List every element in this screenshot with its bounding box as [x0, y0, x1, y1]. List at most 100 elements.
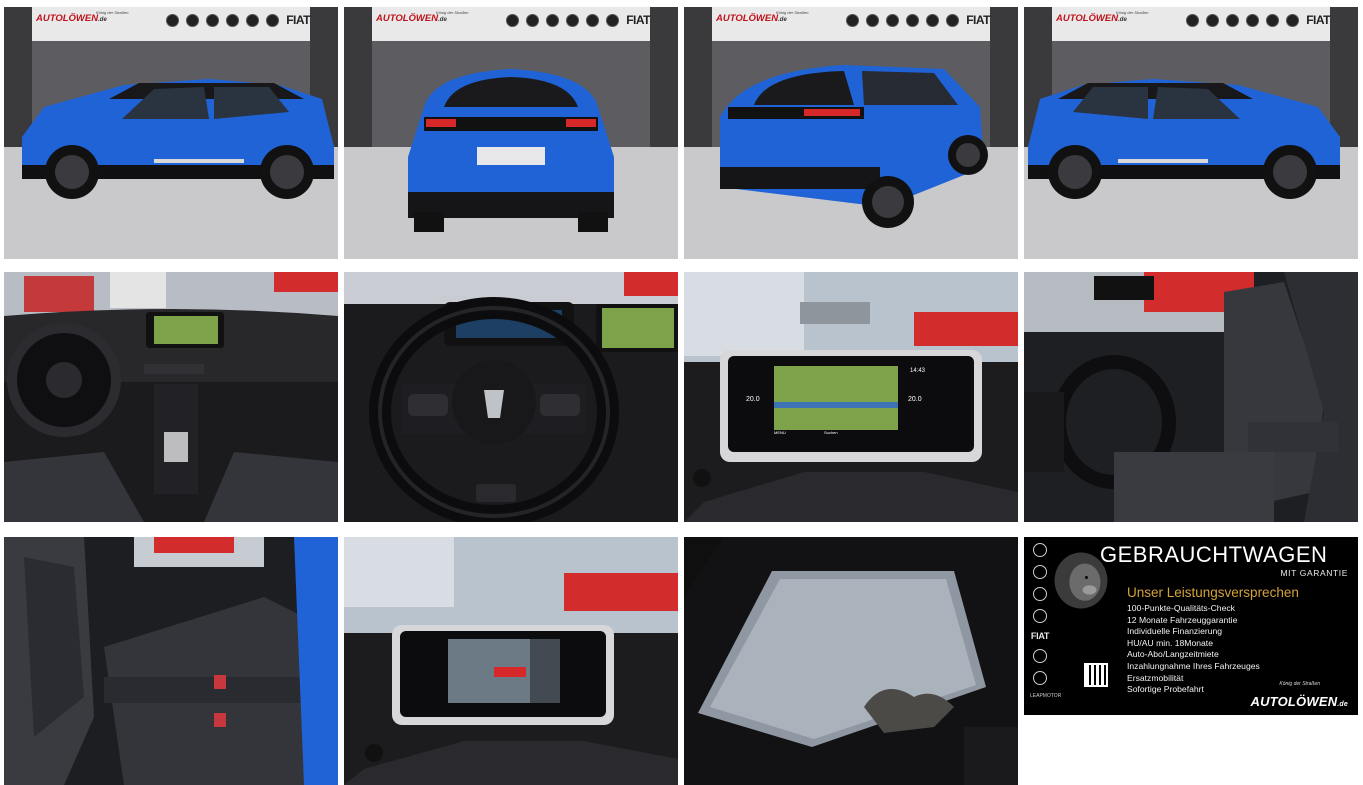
dealer-header-strip: König der Straßen AUTOLÖWEN.de FIAT [4, 7, 338, 37]
brand-logos: FIAT [1186, 13, 1330, 27]
photo-panoramic-roof[interactable] [684, 537, 1018, 785]
photo-steering-wheel[interactable] [344, 272, 678, 522]
promo-subtitle: MIT GARANTIE [1280, 568, 1348, 578]
dealer-logo-suffix: .de [98, 17, 107, 23]
screen-search-label: Suchen [824, 430, 838, 435]
brand-logo-icon [186, 13, 200, 27]
photo-rear-seats[interactable] [4, 537, 338, 785]
promo-benefit-item: 100-Punkte-Qualitäts-Check [1127, 603, 1235, 613]
steering-wheel-image [344, 272, 678, 522]
promo-benefit-item: Auto-Abo/Langzeitmiete [1127, 649, 1219, 660]
fiat-logo: FIAT [966, 13, 990, 27]
brand-logo-icon [926, 13, 940, 27]
brand-logo-icon [546, 13, 560, 27]
dealer-logo: AUTOLÖWEN.de [716, 13, 787, 24]
brand-logos: FIAT [846, 13, 990, 27]
dealer-logo: AUTOLÖWEN.de [376, 13, 447, 24]
photo-exterior-side-left[interactable]: König der Straßen AUTOLÖWEN.de FIAT [4, 7, 338, 259]
brand-logo-icon [1033, 609, 1047, 623]
car-rear-image [344, 7, 678, 259]
dealer-logo-text: AUTOLÖWEN [716, 13, 779, 24]
photo-navigation-screen[interactable]: 14:43 20.0 20.0 MENU Suchen [684, 272, 1018, 522]
car-rear-quarter-image [684, 7, 1018, 259]
brand-logos: FIAT [506, 13, 650, 27]
dealer-logo-text: AUTOLÖWEN [1250, 694, 1338, 709]
dealer-logo: AUTOLÖWEN.de [1056, 13, 1127, 24]
brand-logo-icon [1033, 587, 1047, 601]
photo-exterior-side-right[interactable]: König der Straßen AUTOLÖWEN.de FIAT [1024, 7, 1358, 259]
brand-logo-icon [1033, 565, 1047, 579]
screen-time: 14:43 [910, 368, 926, 374]
brand-logo-icon [606, 13, 620, 27]
dealer-header-strip: König der Straßen AUTOLÖWEN.de FIAT [1024, 7, 1358, 37]
photo-exterior-rear-three-quarter[interactable]: König der Straßen AUTOLÖWEN.de FIAT [684, 7, 1018, 259]
dealer-logo-suffix: .de [438, 17, 447, 23]
leapmotor-logo: LEAPMOTOR [1030, 693, 1062, 699]
promo-benefit-item: 12 Monate Fahrzeuggarantie [1127, 614, 1238, 625]
brand-logo-icon [266, 13, 280, 27]
brand-logo-icon [1226, 13, 1240, 27]
screen-menu-label: MENU [774, 430, 786, 435]
brand-logo-icon [946, 13, 960, 27]
promo-benefit-item: Individuelle Finanzierung [1127, 626, 1223, 637]
brand-logo-icon [1246, 13, 1260, 27]
dealer-logo-text: AUTOLÖWEN [376, 13, 439, 24]
dealer-logo-text: AUTOLÖWEN [36, 13, 99, 24]
dealer-logo-suffix: .de [778, 17, 787, 23]
brand-logo-icon [1033, 649, 1047, 663]
navigation-screen-image [684, 272, 1018, 522]
promo-banner[interactable]: FIAT LEAPMOTOR GEBRAUCHTWAGEN MIT GARANT… [1024, 537, 1358, 715]
photo-gallery: König der Straßen AUTOLÖWEN.de FIAT Köni… [0, 0, 1363, 785]
brand-logo-icon [506, 13, 520, 27]
brand-logo-icon [166, 13, 180, 27]
panoramic-roof-image [684, 537, 1018, 785]
fiat-logo: FIAT [286, 13, 310, 27]
screen-temp-left: 20.0 [746, 396, 760, 403]
brand-logo-icon [1266, 13, 1280, 27]
photo-front-seats[interactable] [1024, 272, 1358, 522]
dealer-header-strip: König der Straßen AUTOLÖWEN.de FIAT [344, 7, 678, 37]
promo-title: GEBRAUCHTWAGEN [1100, 542, 1328, 567]
fiat-logo: FIAT [1306, 13, 1330, 27]
brand-logo-icon [206, 13, 220, 27]
dealer-header-strip: König der Straßen AUTOLÖWEN.de FIAT [684, 7, 1018, 37]
dealer-logo-suffix: .de [1118, 17, 1127, 23]
dealer-logo-suffix: .de [1337, 701, 1348, 708]
screen-temp-right: 20.0 [908, 396, 922, 403]
brand-logo-icon [566, 13, 580, 27]
promo-benefit-item: HU/AU min. 18Monate [1127, 637, 1213, 648]
brand-logo-icon [246, 13, 260, 27]
brand-logo-icon [1186, 13, 1200, 27]
brand-logo-icon [1286, 13, 1300, 27]
qr-code-icon[interactable] [1084, 663, 1108, 687]
promo-benefit-item: Inzahlungnahme Ihres Fahrzeuges [1127, 660, 1260, 671]
dealer-slogan: König der Straßen [1279, 681, 1320, 687]
brand-logos: FIAT [166, 13, 310, 27]
fiat-logo: FIAT [626, 13, 650, 27]
rear-seats-image [4, 537, 338, 785]
brand-logo-icon [906, 13, 920, 27]
car-side-left-image [4, 7, 338, 259]
dealer-logo-bottom: König der Straßen AUTOLÖWEN.de [1236, 681, 1348, 709]
dealer-logo: AUTOLÖWEN.de [1251, 694, 1349, 709]
rear-camera-display-image [344, 537, 678, 785]
fiat-logo: FIAT [1030, 631, 1050, 641]
brand-logo-icon [866, 13, 880, 27]
brand-logo-icon [586, 13, 600, 27]
dealer-logo: AUTOLÖWEN.de [36, 13, 107, 24]
photo-rear-camera-display[interactable] [344, 537, 678, 785]
brand-logo-icon [886, 13, 900, 27]
car-side-right-image [1024, 7, 1358, 259]
brand-logo-icon [1206, 13, 1220, 27]
promo-brand-logos: FIAT LEAPMOTOR [1030, 543, 1062, 699]
brand-logo-icon [526, 13, 540, 27]
promo-heading: Unser Leistungsversprechen [1127, 585, 1299, 600]
brand-logo-icon [1033, 671, 1047, 685]
photo-dashboard-overview[interactable] [4, 272, 338, 522]
photo-exterior-rear[interactable]: König der Straßen AUTOLÖWEN.de FIAT [344, 7, 678, 259]
brand-logo-icon [1033, 543, 1047, 557]
front-seats-image [1024, 272, 1358, 522]
dashboard-image [4, 272, 338, 522]
brand-logo-icon [226, 13, 240, 27]
dealer-logo-text: AUTOLÖWEN [1056, 13, 1119, 24]
